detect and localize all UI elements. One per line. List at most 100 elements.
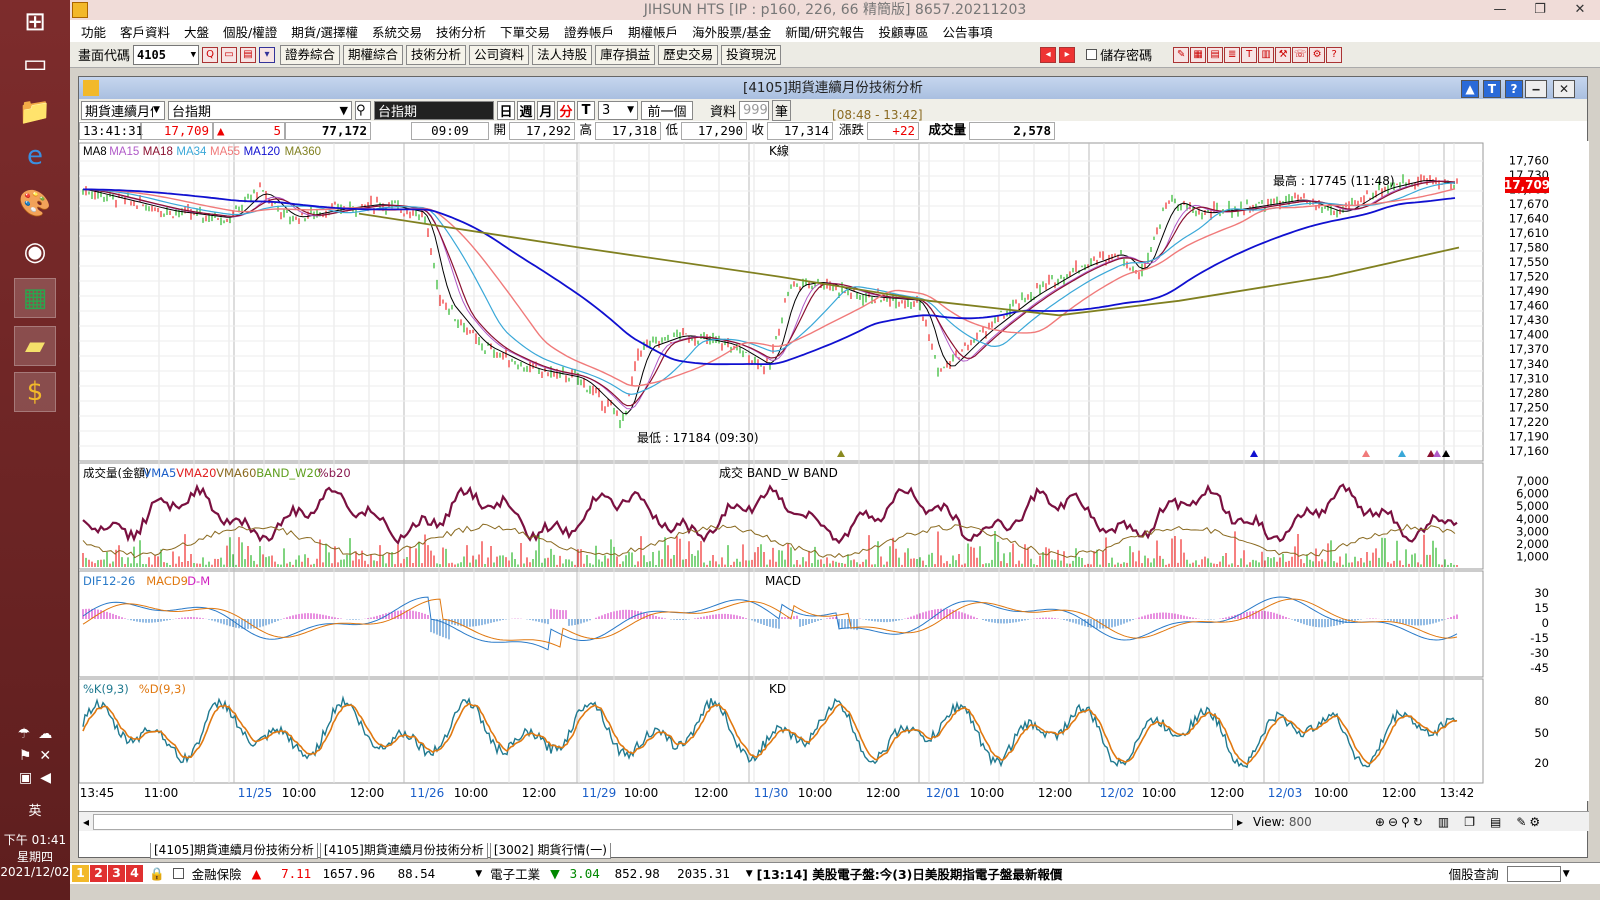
chart-icon[interactable]: ▥ xyxy=(1258,46,1275,63)
display-icon[interactable]: ▣ xyxy=(19,770,32,786)
period-button-1[interactable]: 週 xyxy=(517,100,535,120)
function-button-4[interactable]: 法人持股 xyxy=(532,44,593,65)
lock-icon[interactable]: 🔒 xyxy=(149,866,165,882)
scroll-left-icon[interactable]: ◂ xyxy=(79,815,93,829)
arrow-right-icon[interactable]: ▸ xyxy=(1059,46,1076,63)
layout-icon[interactable]: ▤ xyxy=(1490,815,1501,829)
spreadsheet-icon[interactable]: ▦ xyxy=(14,278,56,318)
function-button-2[interactable]: 技術分析 xyxy=(406,44,467,65)
text-icon[interactable]: T xyxy=(1241,46,1258,63)
menu-item-6[interactable]: 技術分析 xyxy=(429,22,493,41)
text-tool-icon[interactable]: T xyxy=(1483,80,1501,98)
arrow-left-icon[interactable]: ◂ xyxy=(1040,46,1057,63)
table-icon[interactable]: ▤ xyxy=(1207,46,1224,63)
menu-item-7[interactable]: 下單交易 xyxy=(493,22,557,41)
gear-icon[interactable]: ⚙ xyxy=(1529,815,1540,829)
period-button-4[interactable]: T xyxy=(577,100,595,120)
window-tab-0[interactable]: [4105]期貨連續月份技術分析 xyxy=(150,843,318,859)
technical-chart[interactable]: MA8 MA15 MA18 MA34 MA55 MA120 MA360 K線最高 : 1774… xyxy=(79,141,1589,801)
task-view-icon[interactable]: ▭ xyxy=(14,44,56,84)
sub-close-button[interactable]: ✕ xyxy=(1553,80,1575,98)
product-type-select[interactable]: 期貨連續月份▼ xyxy=(81,100,165,120)
news-ticker[interactable]: [13:14] 美股電子盤:今(3)日美股期指電子盤最新報價 xyxy=(757,864,1437,883)
file-explorer-icon[interactable]: 📁 xyxy=(14,92,56,132)
dropdown-icon[interactable]: ▾ xyxy=(259,46,276,63)
page-button-4[interactable]: 4 xyxy=(126,865,143,882)
minimize-button[interactable]: — xyxy=(1480,0,1520,20)
magnify-icon[interactable]: ⚲ xyxy=(1401,815,1410,829)
refresh-icon[interactable]: ↻ xyxy=(1413,815,1423,829)
function-button-6[interactable]: 歷史交易 xyxy=(658,44,719,65)
product-select[interactable]: 台指期 ▼ xyxy=(168,100,352,120)
menu-item-4[interactable]: 期貨/選擇權 xyxy=(284,22,365,41)
windows-start-icon[interactable]: ⊞ xyxy=(14,2,56,42)
draw-icon[interactable]: ✎ xyxy=(1173,46,1190,63)
zoom-in-icon[interactable]: ⊕ xyxy=(1375,815,1385,829)
menu-item-2[interactable]: 大盤 xyxy=(177,22,216,41)
chevron-down-icon[interactable]: ▼ xyxy=(475,869,482,879)
menu-item-3[interactable]: 個股/權證 xyxy=(216,22,284,41)
speaker-icon[interactable]: ◀ xyxy=(40,770,51,786)
flag-icon[interactable]: ⚑ xyxy=(19,748,32,764)
period-button-3[interactable]: 分 xyxy=(557,100,575,120)
sub-minimize-button[interactable]: ‒ xyxy=(1525,80,1547,98)
chart-scrollbar[interactable]: ◂ ▸ View: 800 ⊕ ⊖ ⚲ ↻ ▥ ❐ ▤ ✎ ⚙ xyxy=(79,811,1589,831)
period-minutes-select[interactable]: 3 ▼ xyxy=(598,100,638,120)
search-icon[interactable]: ⚲ xyxy=(355,100,371,120)
window-tab-2[interactable]: [3002] 期貨行情(一) xyxy=(489,843,611,859)
data-count-input[interactable]: 999 xyxy=(739,100,770,120)
menu-item-13[interactable]: 公告事項 xyxy=(936,22,1000,41)
menu-item-5[interactable]: 系統交易 xyxy=(365,22,429,41)
period-button-2[interactable]: 月 xyxy=(537,100,555,120)
scroll-track[interactable] xyxy=(93,813,1233,830)
clock-time[interactable]: 下午 01:41 xyxy=(0,831,70,848)
zoom-icon[interactable]: Q xyxy=(202,46,219,63)
function-button-7[interactable]: 投資現況 xyxy=(721,44,782,65)
ime-indicator[interactable]: 英 xyxy=(0,800,70,819)
function-button-1[interactable]: 期權綜合 xyxy=(343,44,404,65)
grid-icon[interactable]: ▦ xyxy=(1190,46,1207,63)
layout-icon[interactable]: ▤ xyxy=(240,46,257,63)
menu-item-12[interactable]: 投顧專區 xyxy=(872,22,936,41)
sticky-notes-icon[interactable]: ▰ xyxy=(14,326,56,366)
menu-item-11[interactable]: 新聞/研究報告 xyxy=(778,22,871,41)
pen-icon[interactable]: ✎ xyxy=(1516,815,1526,829)
chevron-down-icon[interactable]: ▼ xyxy=(1563,869,1570,879)
window-icon[interactable]: ❐ xyxy=(1464,815,1475,829)
jihsun-app-icon[interactable]: $ xyxy=(14,372,56,412)
chevron-down-icon[interactable]: ▼ xyxy=(746,869,753,879)
function-button-3[interactable]: 公司資料 xyxy=(469,44,530,65)
page-button-2[interactable]: 2 xyxy=(90,865,107,882)
internet-explorer-icon[interactable]: e xyxy=(14,136,56,176)
chrome-icon[interactable]: ◉ xyxy=(14,232,56,272)
settings-icon[interactable]: ⚙ xyxy=(1309,46,1326,63)
function-button-5[interactable]: 庫存損益 xyxy=(595,44,656,65)
previous-button[interactable]: 前一個 xyxy=(641,100,693,120)
help-icon[interactable]: ? xyxy=(1326,46,1343,63)
page-button-3[interactable]: 3 xyxy=(108,865,125,882)
help-icon[interactable]: ? xyxy=(1505,80,1523,98)
volume-mute-icon[interactable]: ✕ xyxy=(39,748,51,764)
menu-item-9[interactable]: 期權帳戶 xyxy=(621,22,685,41)
tools-icon[interactable]: ⚒ xyxy=(1275,46,1292,63)
function-button-0[interactable]: 證券綜合 xyxy=(280,44,341,65)
arrow-up-icon[interactable]: ▲ xyxy=(1461,80,1479,98)
period-button-0[interactable]: 日 xyxy=(497,100,515,120)
view-value[interactable]: 800 xyxy=(1289,815,1375,829)
menu-item-1[interactable]: 客戶資料 xyxy=(113,22,177,41)
paint-icon[interactable]: 🎨 xyxy=(14,184,56,224)
scroll-right-icon[interactable]: ▸ xyxy=(1233,815,1247,829)
phone-icon[interactable]: ☏ xyxy=(1292,46,1309,63)
close-button[interactable]: ✕ xyxy=(1560,0,1600,20)
indicator-icon[interactable]: ▥ xyxy=(1438,815,1449,829)
cloud-icon[interactable]: ☁ xyxy=(38,726,52,742)
page-button-1[interactable]: 1 xyxy=(72,865,89,882)
stock-query-input[interactable] xyxy=(1506,865,1561,882)
zoom-out-icon[interactable]: ⊖ xyxy=(1388,815,1398,829)
window-icon[interactable]: ▭ xyxy=(221,46,238,63)
menu-item-8[interactable]: 證券帳戶 xyxy=(557,22,621,41)
save-password-checkbox[interactable] xyxy=(1086,49,1098,60)
screen-code-input[interactable]: 4105 ▼ xyxy=(133,44,200,65)
list-icon[interactable]: ≣ xyxy=(1224,46,1241,63)
restore-button[interactable]: ❐ xyxy=(1520,0,1560,20)
